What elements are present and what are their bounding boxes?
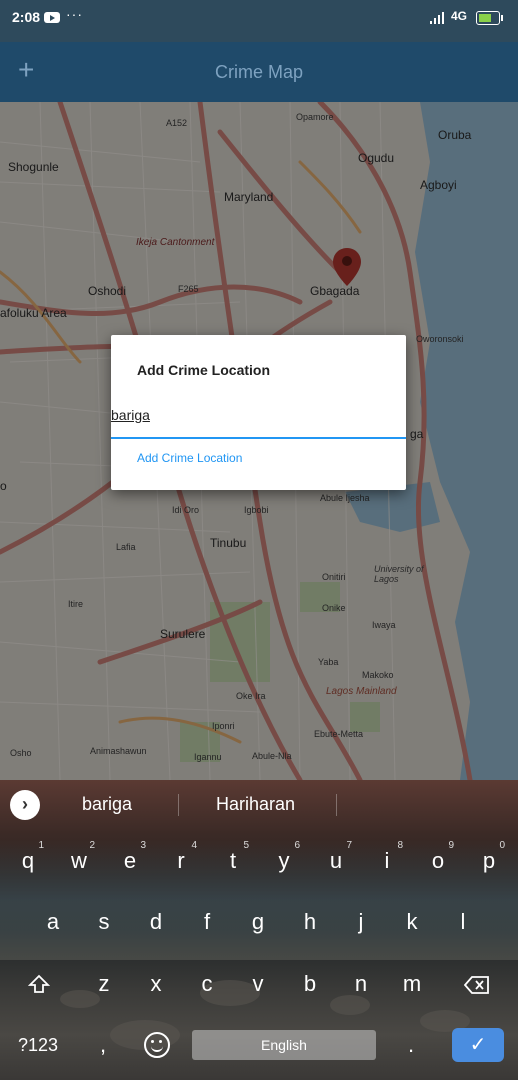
suggestion-2[interactable]: Hariharan bbox=[216, 794, 295, 815]
key-z[interactable]: z bbox=[86, 971, 122, 997]
backspace-icon[interactable] bbox=[464, 975, 490, 995]
comma-key[interactable]: , bbox=[100, 1032, 106, 1058]
key-t[interactable]: t5 bbox=[215, 840, 251, 874]
suggestion-strip: › bariga Hariharan bbox=[0, 780, 518, 832]
suggestion-1[interactable]: bariga bbox=[82, 794, 132, 815]
key-x[interactable]: x bbox=[138, 971, 174, 997]
key-y[interactable]: y6 bbox=[266, 840, 302, 874]
key-a[interactable]: a bbox=[35, 909, 71, 935]
key-r[interactable]: r4 bbox=[163, 840, 199, 874]
divider bbox=[178, 794, 179, 816]
add-crime-location-dialog: Add Crime Location bariga Add Crime Loca… bbox=[111, 335, 406, 490]
status-time: 2:08 bbox=[12, 9, 41, 25]
space-bar[interactable]: English bbox=[192, 1030, 376, 1060]
shift-icon[interactable] bbox=[28, 973, 50, 995]
key-i[interactable]: i8 bbox=[369, 840, 405, 874]
key-j[interactable]: j bbox=[343, 909, 379, 935]
key-b[interactable]: b bbox=[292, 971, 328, 997]
key-n[interactable]: n bbox=[343, 971, 379, 997]
dialog-title: Add Crime Location bbox=[137, 362, 271, 378]
period-key[interactable]: . bbox=[408, 1032, 414, 1058]
app-bar: + Crime Map bbox=[0, 42, 518, 102]
battery-charging-icon bbox=[476, 11, 503, 25]
divider bbox=[336, 794, 337, 816]
network-type: 4G bbox=[451, 9, 468, 23]
key-e[interactable]: e3 bbox=[112, 840, 148, 874]
key-c[interactable]: c bbox=[189, 971, 225, 997]
location-input[interactable] bbox=[111, 405, 406, 439]
key-v[interactable]: v bbox=[240, 971, 276, 997]
signal-icon bbox=[430, 12, 444, 24]
chevron-right-icon[interactable]: › bbox=[10, 790, 40, 820]
location-input-value[interactable]: bariga bbox=[111, 407, 150, 423]
key-s[interactable]: s bbox=[86, 909, 122, 935]
add-crime-location-button[interactable]: Add Crime Location bbox=[137, 451, 242, 465]
key-f[interactable]: f bbox=[189, 909, 225, 935]
key-k[interactable]: k bbox=[394, 909, 430, 935]
key-g[interactable]: g bbox=[240, 909, 276, 935]
app-title: Crime Map bbox=[214, 62, 303, 82]
key-d[interactable]: d bbox=[138, 909, 174, 935]
key-w[interactable]: w2 bbox=[61, 840, 97, 874]
more-notifications-icon: ··· bbox=[66, 6, 83, 22]
key-p[interactable]: p0 bbox=[471, 840, 507, 874]
key-o[interactable]: o9 bbox=[420, 840, 456, 874]
soft-keyboard: › bariga Hariharan q1 w2 e3 r4 t5 y6 u7 … bbox=[0, 780, 518, 1080]
key-l[interactable]: l bbox=[445, 909, 481, 935]
emoji-icon[interactable] bbox=[144, 1032, 170, 1058]
key-u[interactable]: u7 bbox=[318, 840, 354, 874]
key-m[interactable]: m bbox=[394, 971, 430, 997]
youtube-icon bbox=[44, 12, 60, 23]
status-bar: 2:08 ··· 4G bbox=[0, 0, 518, 42]
keyboard-background bbox=[330, 995, 370, 1015]
symbols-key[interactable]: ?123 bbox=[18, 1035, 58, 1056]
key-h[interactable]: h bbox=[292, 909, 328, 935]
checkmark-icon[interactable]: ✓ bbox=[452, 1028, 504, 1062]
key-q[interactable]: q1 bbox=[10, 840, 46, 874]
